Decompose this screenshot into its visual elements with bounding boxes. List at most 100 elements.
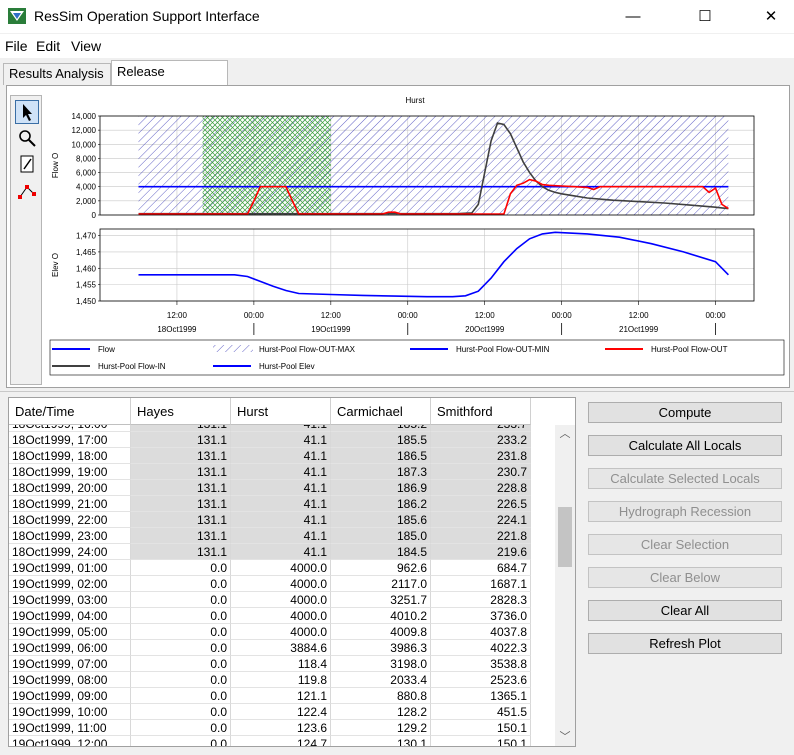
table-cell-hayes[interactable]: 131.1 — [131, 464, 231, 480]
table-row[interactable]: 19Oct1999, 11:00 0.0 123.6 129.2 150.1 — [9, 720, 531, 736]
table-cell-carmichael[interactable]: 2117.0 — [331, 576, 431, 592]
table-cell-hurst[interactable]: 41.1 — [231, 448, 331, 464]
column-header-smithford[interactable]: Smithford — [431, 398, 531, 425]
table-cell-date-time[interactable]: 19Oct1999, 04:00 — [9, 608, 131, 624]
table-cell-date-time[interactable]: 19Oct1999, 06:00 — [9, 640, 131, 656]
table-cell-hurst[interactable]: 4000.0 — [231, 576, 331, 592]
table-cell-carmichael[interactable]: 186.2 — [331, 496, 431, 512]
table-cell-hayes[interactable]: 131.1 — [131, 528, 231, 544]
table-cell-smithford[interactable]: 4037.8 — [431, 624, 531, 640]
table-cell-carmichael[interactable]: 128.2 — [331, 704, 431, 720]
table-cell-carmichael[interactable]: 3986.3 — [331, 640, 431, 656]
table-cell-hurst[interactable]: 124.7 — [231, 736, 331, 746]
table-cell-date-time[interactable]: 18Oct1999, 18:00 — [9, 448, 131, 464]
table-cell-hurst[interactable]: 41.1 — [231, 425, 331, 432]
refresh-plotbutton[interactable]: Refresh Plot — [588, 633, 782, 654]
table-cell-hayes[interactable]: 131.1 — [131, 425, 231, 432]
table-cell-carmichael[interactable]: 184.5 — [331, 544, 431, 560]
table-cell-carmichael[interactable]: 129.2 — [331, 720, 431, 736]
table-cell-date-time[interactable]: 18Oct1999, 23:00 — [9, 528, 131, 544]
table-cell-smithford[interactable]: 684.7 — [431, 560, 531, 576]
table-scrollbar[interactable]: ︿ ﹀ — [555, 425, 575, 746]
table-row[interactable]: 19Oct1999, 01:00 0.0 4000.0 962.6 684.7 — [9, 560, 531, 576]
table-cell-carmichael[interactable]: 962.6 — [331, 560, 431, 576]
table-cell-smithford[interactable]: 233.7 — [431, 425, 531, 432]
table-cell-carmichael[interactable]: 2033.4 — [331, 672, 431, 688]
scroll-up-icon[interactable]: ︿ — [555, 425, 575, 443]
table-cell-hurst[interactable]: 41.1 — [231, 544, 331, 560]
clear-allbutton[interactable]: Clear All — [588, 600, 782, 621]
table-cell-smithford[interactable]: 2828.3 — [431, 592, 531, 608]
table-cell-carmichael[interactable]: 186.9 — [331, 480, 431, 496]
table-row[interactable]: 19Oct1999, 12:00 0.0 124.7 130.1 150.1 — [9, 736, 531, 746]
table-cell-hurst[interactable]: 122.4 — [231, 704, 331, 720]
table-cell-hayes[interactable]: 0.0 — [131, 560, 231, 576]
table-cell-smithford[interactable]: 150.1 — [431, 736, 531, 746]
table-cell-date-time[interactable]: 19Oct1999, 02:00 — [9, 576, 131, 592]
table-cell-hayes[interactable]: 131.1 — [131, 544, 231, 560]
table-row[interactable]: 18Oct1999, 20:00 131.1 41.1 186.9 228.8 — [9, 480, 531, 496]
table-cell-hayes[interactable]: 0.0 — [131, 656, 231, 672]
table-cell-hurst[interactable]: 4000.0 — [231, 560, 331, 576]
table-cell-carmichael[interactable]: 3251.7 — [331, 592, 431, 608]
table-cell-hurst[interactable]: 123.6 — [231, 720, 331, 736]
table-cell-carmichael[interactable]: 187.3 — [331, 464, 431, 480]
table-cell-carmichael[interactable]: 185.5 — [331, 432, 431, 448]
table-cell-hurst[interactable]: 3884.6 — [231, 640, 331, 656]
scroll-down-icon[interactable]: ﹀ — [555, 728, 575, 746]
table-cell-hayes[interactable]: 131.1 — [131, 480, 231, 496]
table-cell-smithford[interactable]: 3736.0 — [431, 608, 531, 624]
table-cell-hurst[interactable]: 41.1 — [231, 496, 331, 512]
table-row[interactable]: 18Oct1999, 23:00 131.1 41.1 185.0 221.8 — [9, 528, 531, 544]
table-row[interactable]: 19Oct1999, 10:00 0.0 122.4 128.2 451.5 — [9, 704, 531, 720]
table-cell-date-time[interactable]: 18Oct1999, 24:00 — [9, 544, 131, 560]
table-cell-hurst[interactable]: 41.1 — [231, 528, 331, 544]
table-cell-date-time[interactable]: 18Oct1999, 16:00 — [9, 425, 131, 432]
table-cell-date-time[interactable]: 19Oct1999, 07:00 — [9, 656, 131, 672]
table-cell-carmichael[interactable]: 185.2 — [331, 425, 431, 432]
table-cell-carmichael[interactable]: 130.1 — [331, 736, 431, 746]
column-header-hurst[interactable]: Hurst — [231, 398, 331, 425]
table-cell-hayes[interactable]: 0.0 — [131, 640, 231, 656]
table-cell-date-time[interactable]: 19Oct1999, 01:00 — [9, 560, 131, 576]
table-row[interactable]: 19Oct1999, 06:00 0.0 3884.6 3986.3 4022.3 — [9, 640, 531, 656]
table-row[interactable]: 18Oct1999, 24:00 131.1 41.1 184.5 219.6 — [9, 544, 531, 560]
table-row[interactable]: 19Oct1999, 08:00 0.0 119.8 2033.4 2523.6 — [9, 672, 531, 688]
table-cell-smithford[interactable]: 4022.3 — [431, 640, 531, 656]
table-cell-smithford[interactable]: 1365.1 — [431, 688, 531, 704]
table-cell-hurst[interactable]: 119.8 — [231, 672, 331, 688]
table-cell-date-time[interactable]: 18Oct1999, 22:00 — [9, 512, 131, 528]
table-cell-date-time[interactable]: 18Oct1999, 20:00 — [9, 480, 131, 496]
table-cell-hurst[interactable]: 41.1 — [231, 512, 331, 528]
table-cell-hayes[interactable]: 0.0 — [131, 608, 231, 624]
table-cell-date-time[interactable]: 19Oct1999, 08:00 — [9, 672, 131, 688]
table-cell-hayes[interactable]: 0.0 — [131, 592, 231, 608]
table-cell-date-time[interactable]: 18Oct1999, 21:00 — [9, 496, 131, 512]
scroll-thumb[interactable] — [558, 507, 572, 567]
table-row[interactable]: 18Oct1999, 16:00131.141.1185.2233.7 — [9, 425, 531, 432]
column-header-carmichael[interactable]: Carmichael — [331, 398, 431, 425]
table-cell-carmichael[interactable]: 4009.8 — [331, 624, 431, 640]
calculate-all-localsbutton[interactable]: Calculate All Locals — [588, 435, 782, 456]
column-header-hayes[interactable]: Hayes — [131, 398, 231, 425]
table-cell-smithford[interactable]: 2523.6 — [431, 672, 531, 688]
table-cell-smithford[interactable]: 451.5 — [431, 704, 531, 720]
table-cell-smithford[interactable]: 233.2 — [431, 432, 531, 448]
table-cell-carmichael[interactable]: 4010.2 — [331, 608, 431, 624]
table-row[interactable]: 19Oct1999, 04:00 0.0 4000.0 4010.2 3736.0 — [9, 608, 531, 624]
table-cell-smithford[interactable]: 224.1 — [431, 512, 531, 528]
table-cell-carmichael[interactable]: 186.5 — [331, 448, 431, 464]
table-row[interactable]: 18Oct1999, 22:00 131.1 41.1 185.6 224.1 — [9, 512, 531, 528]
table-cell-hayes[interactable]: 131.1 — [131, 432, 231, 448]
table-cell-carmichael[interactable]: 185.0 — [331, 528, 431, 544]
table-cell-hayes[interactable]: 131.1 — [131, 448, 231, 464]
table-cell-smithford[interactable]: 3538.8 — [431, 656, 531, 672]
table-cell-hurst[interactable]: 4000.0 — [231, 608, 331, 624]
table-row[interactable]: 19Oct1999, 07:00 0.0 118.4 3198.0 3538.8 — [9, 656, 531, 672]
table-cell-date-time[interactable]: 18Oct1999, 17:00 — [9, 432, 131, 448]
table-row[interactable]: 18Oct1999, 18:00 131.1 41.1 186.5 231.8 — [9, 448, 531, 464]
table-cell-date-time[interactable]: 19Oct1999, 09:00 — [9, 688, 131, 704]
column-header-datetime[interactable]: Date/Time — [9, 398, 131, 425]
table-cell-smithford[interactable]: 231.8 — [431, 448, 531, 464]
table-row[interactable]: 19Oct1999, 09:00 0.0 121.1 880.8 1365.1 — [9, 688, 531, 704]
